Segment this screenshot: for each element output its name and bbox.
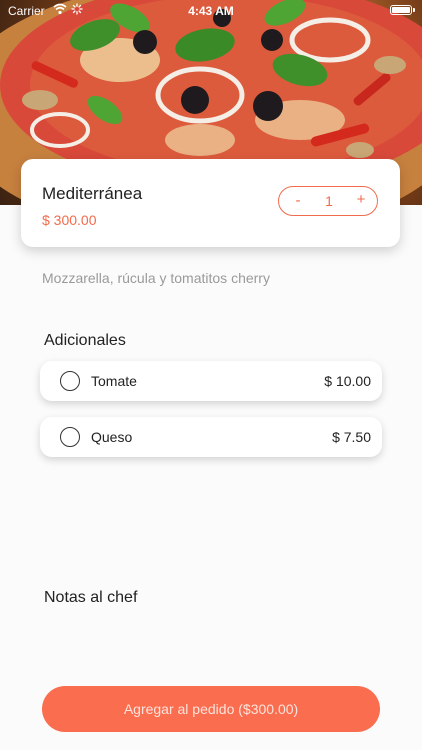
addon-price: $ 7.50 [332, 429, 371, 445]
radio-button[interactable] [60, 371, 80, 391]
product-card: Mediterránea $ 300.00 - 1 + [21, 159, 400, 247]
product-name: Mediterránea [42, 184, 143, 203]
addon-item-queso[interactable]: Queso $ 7.50 [40, 417, 382, 457]
increase-quantity-button[interactable]: + [355, 191, 367, 208]
notes-title: Notas al chef [44, 589, 138, 606]
battery-icon [390, 5, 415, 15]
product-description: Mozzarella, rúcula y tomatitos cherry [42, 270, 270, 286]
radio-button[interactable] [60, 427, 80, 447]
addons-title: Adicionales [44, 332, 126, 349]
product-price: $ 300.00 [42, 212, 97, 228]
addon-item-tomate[interactable]: Tomate $ 10.00 [40, 361, 382, 401]
status-time: 4:43 AM [188, 4, 234, 18]
status-bar: Carrier 4:43 AM [0, 0, 422, 22]
quantity-value: 1 [325, 193, 333, 209]
addon-label: Tomate [91, 373, 137, 389]
decrease-quantity-button[interactable]: - [292, 192, 304, 209]
addon-price: $ 10.00 [324, 373, 371, 389]
quantity-stepper: - 1 + [278, 186, 378, 216]
add-to-order-button[interactable]: Agregar al pedido ($300.00) [42, 686, 380, 732]
addon-label: Queso [91, 429, 133, 445]
